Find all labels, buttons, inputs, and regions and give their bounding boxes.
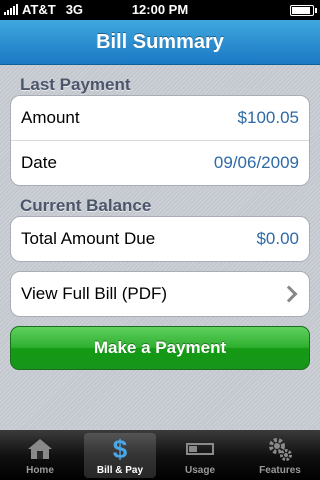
battery-icon — [290, 5, 317, 16]
tab-usage-label: Usage — [184, 465, 215, 476]
tab-features-label: Features — [259, 465, 301, 476]
make-payment-button[interactable]: Make a Payment — [10, 326, 310, 370]
tab-usage[interactable]: Usage — [160, 430, 240, 480]
tab-bill-pay[interactable]: $ Bill & Pay — [80, 430, 160, 480]
view-full-bill-row[interactable]: View Full Bill (PDF) — [11, 272, 309, 316]
tab-home[interactable]: Home — [0, 430, 80, 480]
total-due-value: $0.00 — [256, 229, 299, 248]
status-time: 12:00 PM — [131, 2, 189, 17]
tab-home-label: Home — [26, 465, 54, 476]
date-value: 09/06/2009 — [213, 153, 299, 172]
amount-row: Amount $100.05 — [11, 96, 309, 140]
date-row: Date 09/06/2009 — [11, 140, 309, 185]
page-title: Bill Summary — [96, 30, 224, 53]
total-due-row: Total Amount Due $0.00 — [11, 217, 309, 261]
nav-bar: Bill Summary — [0, 20, 320, 65]
chevron-right-icon — [280, 285, 298, 303]
content-area: Last Payment Amount $100.05 Date 09/06/2… — [0, 65, 320, 430]
last-payment-group: Amount $100.05 Date 09/06/2009 — [10, 95, 310, 186]
current-balance-header: Current Balance — [20, 196, 152, 215]
usage-meter-icon — [160, 435, 240, 463]
total-due-label: Total Amount Due — [21, 229, 156, 248]
date-label: Date — [21, 153, 57, 172]
amount-value: $100.05 — [237, 108, 299, 127]
make-payment-label: Make a Payment — [93, 338, 227, 357]
house-icon — [0, 435, 80, 463]
amount-label: Amount — [21, 108, 80, 127]
view-bill-group: View Full Bill (PDF) — [10, 271, 310, 317]
tab-features[interactable]: Features — [240, 430, 320, 480]
current-balance-group: Total Amount Due $0.00 — [10, 216, 310, 262]
view-full-bill-label: View Full Bill (PDF) — [21, 284, 168, 303]
dollar-icon: $ — [112, 434, 128, 464]
tab-bar: Home $ Bill & Pay Usage Features — [0, 430, 320, 480]
last-payment-header: Last Payment — [20, 75, 131, 94]
gears-icon — [240, 435, 320, 463]
tab-bill-pay-label: Bill & Pay — [96, 465, 144, 476]
status-bar: AT&T 3G 12:00 PM — [0, 0, 320, 20]
